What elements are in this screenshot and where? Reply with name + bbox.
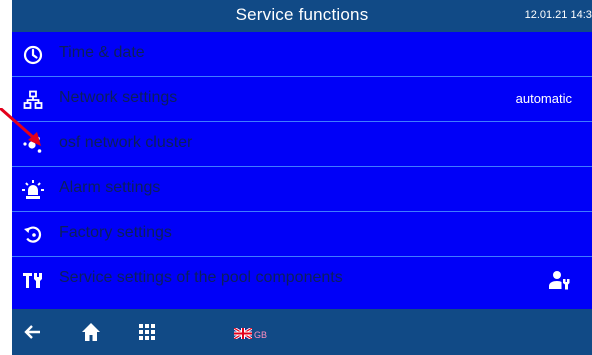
network-icon [22,89,44,111]
menu-item-network-settings[interactable]: Network settings automatic [12,77,592,122]
menu-item-label: Time & date [59,44,145,61]
grid-menu-icon[interactable] [136,321,158,343]
menu-item-label: osf network cluster [59,134,193,151]
menu-item-label: Service settings of the pool components [59,269,343,286]
menu-item-factory-settings[interactable]: Factory settings [12,212,592,257]
language-code: GB [254,330,268,340]
menu-item-label: Factory settings [59,224,172,241]
user-settings-icon[interactable] [548,268,572,292]
title-bar: Service functions 12.01.21 14:37 [12,0,592,32]
network-mode-value: automatic [515,91,572,106]
datetime-readout: 12.01.21 14:37 [524,9,592,21]
language-selector[interactable]: GB [233,326,268,344]
home-icon[interactable] [80,321,102,343]
menu-item-osf-network-cluster[interactable]: osf network cluster [12,122,592,167]
page-title: Service functions [235,5,369,24]
menu-item-alarm-settings[interactable]: Alarm settings [12,167,592,212]
service-screen: Service functions 12.01.21 14:37 Time & … [12,0,592,355]
back-arrow-icon[interactable] [22,321,44,343]
alarm-light-icon [22,179,44,201]
restore-icon [22,224,44,246]
menu-item-label: Network settings [59,89,178,106]
bottom-nav-bar: GB [12,309,592,355]
service-menu-list: Time & date Network settings automatic o… [12,32,592,302]
menu-item-label: Alarm settings [59,179,161,196]
clock-icon [22,44,44,66]
uk-flag-icon [233,326,253,344]
menu-item-service-pool-components[interactable]: Service settings of the pool components [12,257,592,302]
tools-icon [22,269,44,291]
cluster-icon [22,134,44,156]
menu-item-time-date[interactable]: Time & date [12,32,592,77]
